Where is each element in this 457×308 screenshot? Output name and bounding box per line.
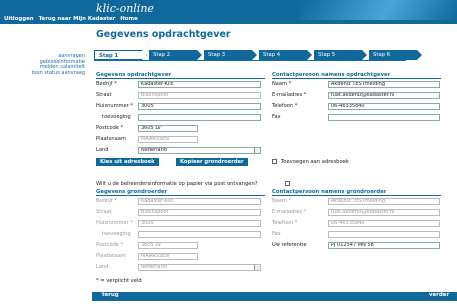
label-fax: Fax: [272, 114, 281, 120]
g-plaatsnaam-input[interactable]: MAARSSEN: [138, 253, 198, 260]
g-land-select[interactable]: Nederland: [138, 264, 261, 271]
straat-input[interactable]: Bisonspoor: [138, 92, 261, 99]
sidebar: aanvragen gebiedsinformatie melden calam…: [0, 53, 85, 77]
g-bedrijf-input[interactable]: Kadaster-Klic: [138, 198, 261, 205]
step-3-tab[interactable]: Stap 3: [204, 50, 257, 60]
referentie-input[interactable]: PJ 012547 MN 58: [328, 242, 440, 249]
label-bedrijf: Bedrijf *: [96, 81, 117, 87]
g-label-email: E-mailadres *: [272, 209, 307, 215]
sidebar-item-toon-status[interactable]: toon status aanvraag: [0, 70, 85, 77]
toevoeging-input[interactable]: [138, 114, 261, 121]
step-4-tab[interactable]: Stap 4: [259, 50, 312, 60]
label-land: Land: [96, 147, 109, 153]
g-email-input[interactable]: fuat.akdeniz@kadaster.nl: [328, 209, 440, 216]
email-input[interactable]: fuat.akdeniz@kadaster.nl: [328, 92, 440, 99]
section-contact-grondroerder-title: Contactpersoon namens grondroerder: [272, 189, 441, 196]
g-label-toevoeging: toevoeging: [102, 231, 131, 237]
papier-checkbox[interactable]: [285, 181, 290, 186]
g-telefoon-input[interactable]: 06-46335840: [328, 220, 440, 227]
main-content: Gegevens opdrachtgever Stap 1 Stap 2 Sta…: [92, 24, 457, 308]
toevoegen-adresboek-checkbox[interactable]: [272, 159, 277, 164]
fax-input[interactable]: [328, 114, 440, 121]
g-label-bedrijf: Bedrijf *: [96, 198, 117, 204]
brand-logo: klic-online: [96, 2, 154, 15]
section-opdrachtgever-title: Gegevens opdrachtgever: [96, 72, 265, 79]
step-2-tab[interactable]: Stap 2: [149, 50, 202, 60]
section-contact-opdrachtgever-title: Contactpersoon namens opdrachtgever: [272, 72, 441, 79]
papier-question: Wilt u de beheerdersinformatie op papier…: [96, 181, 258, 187]
g-label-straat: Straat: [96, 209, 112, 215]
label-postcode: Postcode *: [96, 125, 124, 131]
huisnummer-input[interactable]: 3005: [138, 103, 261, 110]
bottom-bar: terug verder: [92, 292, 457, 301]
g-postcode-input[interactable]: 3605 LV: [138, 242, 198, 249]
g-label-huisnummer: Huisnummer *: [96, 220, 133, 226]
label-plaatsnaam: Plaatsnaam: [96, 136, 126, 142]
verder-button[interactable]: verder: [429, 292, 449, 298]
g-label-fax: Fax: [272, 231, 281, 237]
label-email: E-mailadres *: [272, 92, 307, 98]
back-to-mijn-kadaster-link[interactable]: Terug naar Mijn Kadaster: [39, 16, 116, 22]
g-label-land: Land: [96, 264, 109, 270]
terug-button[interactable]: terug: [102, 292, 119, 298]
g-naam-input[interactable]: Akdeniz TESTmelding: [328, 198, 440, 205]
postcode-input[interactable]: 3605 LV: [138, 125, 198, 132]
label-straat: Straat: [96, 92, 112, 98]
g-label-plaatsnaam: Plaatsnaam: [96, 253, 126, 259]
g-huisnummer-input[interactable]: 3005: [138, 220, 261, 227]
top-bar: klic-online Uitloggen Terug naar Mijn Ka…: [0, 0, 457, 24]
logout-link[interactable]: Uitloggen: [4, 16, 34, 22]
verplicht-note: * = verplicht veld: [96, 278, 142, 284]
step-6-tab[interactable]: Stap 6: [369, 50, 422, 60]
land-select[interactable]: Nederland: [138, 147, 261, 154]
g-label-naam: Naam *: [272, 198, 292, 204]
g-label-telefoon: Telefoon *: [272, 220, 298, 226]
top-nav: Uitloggen Terug naar Mijn Kadaster Home: [4, 16, 138, 22]
naam-input[interactable]: Akdeniz TESTmelding: [328, 81, 440, 88]
label-telefoon: Telefoon *: [272, 103, 298, 109]
section-grondroerder-title: Gegevens grondroerder: [96, 189, 265, 196]
page-title: Gegevens opdrachtgever: [96, 29, 231, 40]
kies-uit-adresboek-button[interactable]: Kies uit adresboek: [96, 158, 159, 166]
kopieer-grondroerder-button[interactable]: Kopieer grondroerder: [176, 158, 248, 166]
step-1-tab[interactable]: Stap 1: [94, 50, 147, 60]
step-tabs: Stap 1 Stap 2 Stap 3 Stap 4 Stap 5 Stap …: [94, 50, 424, 60]
label-huisnummer: Huisnummer *: [96, 103, 133, 109]
g-straat-input[interactable]: Bisonspoor: [138, 209, 261, 216]
g-fax-input[interactable]: [328, 231, 440, 238]
telefoon-input[interactable]: 06-46335840: [328, 103, 440, 110]
label-toevoeging: toevoeging: [102, 114, 131, 120]
toevoegen-adresboek-label: Toevoegen aan adresboek: [281, 159, 349, 165]
step-divider: [94, 60, 406, 61]
label-naam: Naam *: [272, 81, 292, 87]
bedrijf-input[interactable]: Kadaster-Klic: [138, 81, 261, 88]
plaatsnaam-input[interactable]: MAARSSEN: [138, 136, 198, 143]
g-label-postcode: Postcode *: [96, 242, 124, 248]
header-decoration: [300, 0, 457, 20]
g-toevoeging-input[interactable]: [138, 231, 261, 238]
step-5-tab[interactable]: Stap 5: [314, 50, 367, 60]
home-link[interactable]: Home: [120, 16, 138, 22]
label-referentie: Uw referentie: [272, 242, 307, 248]
